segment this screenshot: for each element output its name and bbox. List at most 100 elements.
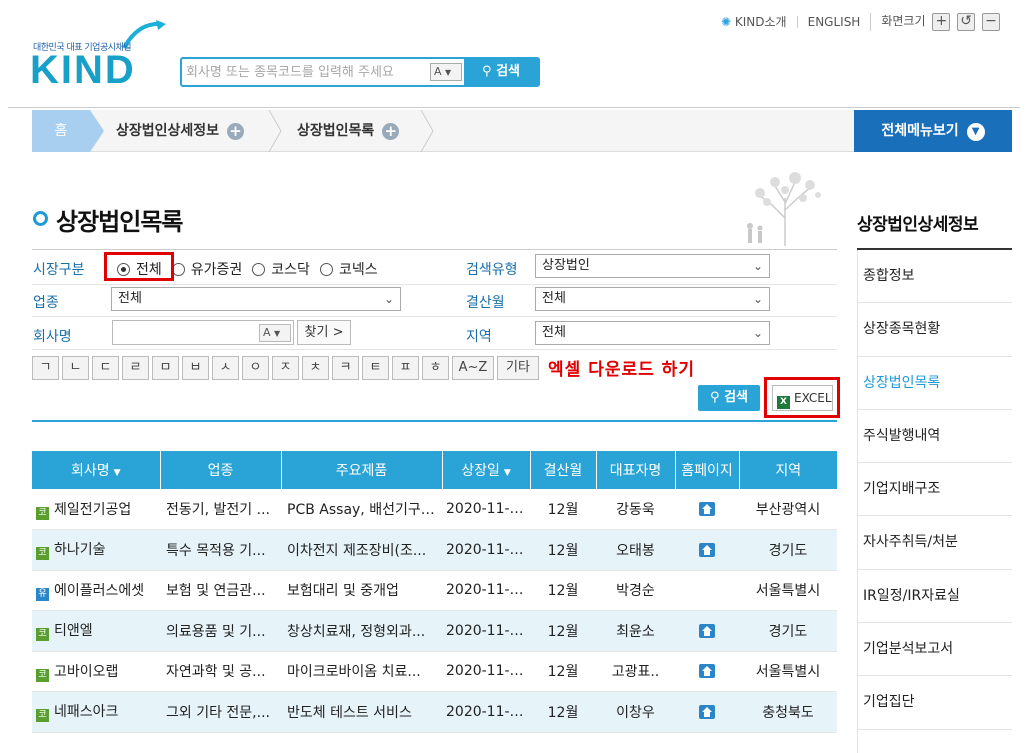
sidebar-item-treasury-stock[interactable]: 자사주취득/처분 (857, 516, 1012, 570)
cell-industry: 전동기, 발전기 ... (160, 489, 281, 530)
consonant-button-etc[interactable]: 기타 (497, 356, 539, 380)
find-button[interactable]: 찾기 > (297, 320, 351, 345)
consonant-button[interactable]: ㅊ (302, 356, 329, 380)
consonant-button[interactable]: ㅋ (332, 356, 359, 380)
industry-select[interactable]: 전체 ⌄ (111, 287, 401, 311)
all-menu-button[interactable]: 전체메뉴보기 ▼ (854, 110, 1012, 152)
cell-fiscal: 12월 (530, 691, 596, 733)
consonant-button[interactable]: ㄷ (92, 356, 119, 380)
sidebar-item-analysis[interactable]: 기업분석보고서 (857, 623, 1012, 677)
plus-icon[interactable]: + (227, 123, 245, 140)
cell-region: 부산광역시 (739, 489, 837, 530)
breadcrumb-home[interactable]: 홈 (32, 110, 90, 152)
sidebar-item-issuance[interactable]: 주식발행내역 (857, 410, 1012, 464)
homepage-icon[interactable] (699, 502, 715, 516)
company-name-link[interactable]: 에이플러스에셋 (54, 583, 144, 599)
plus-icon[interactable]: + (382, 123, 400, 140)
cell-company[interactable]: 코 고바이오랩 (32, 651, 160, 692)
search-font-toggle[interactable]: A ▼ (430, 63, 462, 81)
company-font-toggle[interactable]: A ▼ (259, 324, 291, 342)
sidebar-item-company-list[interactable]: 상장법인목록 (857, 357, 1012, 410)
consonant-button-az[interactable]: A~Z (452, 356, 494, 380)
cell-fiscal: 12월 (530, 570, 596, 611)
gear-icon: ✺ (721, 15, 732, 29)
breadcrumb-item-list[interactable]: 상장법인목록 + (297, 110, 400, 152)
company-name-link[interactable]: 네패스아크 (54, 704, 118, 720)
region-select[interactable]: 전체 ⌄ (535, 321, 770, 345)
sidebar-item-ir[interactable]: IR일정/IR자료실 (857, 570, 1012, 624)
market-radio-kospi[interactable]: 유가증권 (171, 259, 242, 279)
consonant-button[interactable]: ㅍ (392, 356, 419, 380)
consonant-button[interactable]: ㅅ (212, 356, 239, 380)
breadcrumb: 홈 상장법인상세정보 + 상장법인목록 + 전체메뉴보기 ▼ (32, 110, 1012, 152)
homepage-icon[interactable] (699, 664, 715, 679)
cell-date: 2020-11-20 (442, 570, 530, 611)
consonant-button[interactable]: ㄴ (62, 356, 89, 380)
table-row: 코 네패스아크 그외 기타 전문,... 반도체 테스트 서비스 2020-11-17 1… (32, 691, 837, 733)
zoom-reset-button[interactable]: ↺ (957, 13, 976, 31)
homepage-icon[interactable] (699, 542, 715, 557)
col-header-date-label: 상장일 (461, 463, 500, 479)
cell-company[interactable]: 코 제일전기공업 (32, 489, 160, 530)
cell-fiscal: 12월 (530, 651, 596, 692)
region-value: 전체 (542, 325, 566, 340)
company-name-link[interactable]: 제일전기공업 (54, 502, 131, 518)
col-header-company[interactable]: 회사명 ▼ (32, 451, 160, 489)
consonant-button[interactable]: ㄱ (32, 356, 59, 380)
consonant-button[interactable]: ㅁ (152, 356, 179, 380)
sidebar-item-governance[interactable]: 기업지배구조 (857, 463, 1012, 517)
company-name-link[interactable]: 티앤엘 (54, 623, 93, 639)
breadcrumb-item-detail[interactable]: 상장법인상세정보 + (116, 110, 245, 152)
excel-download-annotation: 엑셀 다운로드 하기 (548, 360, 695, 380)
homepage-icon[interactable] (699, 623, 715, 638)
consonant-button[interactable]: ㅈ (272, 356, 299, 380)
sidebar-menu: 종합정보 상장종목현황 상장법인목록 주식발행내역 기업지배구조 자사주취득/처… (857, 250, 1012, 730)
form-search-button[interactable]: ⚲ 검색 (698, 385, 760, 411)
homepage-icon[interactable] (699, 704, 715, 719)
sort-down-icon: ▼ (503, 468, 511, 478)
company-input[interactable]: A ▼ (112, 320, 294, 345)
zoom-in-button[interactable]: + (932, 13, 951, 31)
sidebar-item-overview[interactable]: 종합정보 (857, 250, 1012, 304)
company-name-link[interactable]: 고바이오랩 (54, 664, 118, 680)
kind-intro-link[interactable]: ✺ KIND소개 (711, 16, 797, 28)
company-label: 회사명 (33, 329, 72, 345)
sort-down-icon: ▼ (113, 468, 121, 478)
search-input[interactable] (186, 62, 430, 82)
search-button[interactable]: ⚲ 검색 (464, 59, 538, 85)
company-name-link[interactable]: 하나기술 (54, 542, 106, 558)
cell-company[interactable]: 유 에이플러스에셋 (32, 570, 160, 611)
consonant-button[interactable]: ㅎ (422, 356, 449, 380)
market-radio-konex[interactable]: 코넥스 (319, 259, 378, 279)
cell-company[interactable]: 코 티앤엘 (32, 610, 160, 652)
col-header-date[interactable]: 상장일 ▼ (441, 451, 530, 489)
chevron-down-icon: ▼ (966, 123, 985, 141)
english-link[interactable]: ENGLISH (796, 16, 871, 28)
sidebar-item-group[interactable]: 기업집단 (857, 676, 1012, 730)
cell-product: 이차전지 제조장비(조... (281, 529, 442, 571)
col-header-region: 지역 (738, 451, 837, 489)
cell-fiscal: 12월 (530, 610, 596, 652)
cell-region: 경기도 (739, 610, 837, 652)
header-divider (8, 107, 1020, 108)
breadcrumb-item-detail-label: 상장법인상세정보 (116, 123, 220, 139)
consonant-button[interactable]: ㅇ (242, 356, 269, 380)
table-row: 유 에이플러스에셋 보험 및 연금관... 보험대리 및 중개업 2020-11-20 1… (32, 570, 837, 611)
consonant-button[interactable]: ㅂ (182, 356, 209, 380)
col-header-ceo: 대표자명 (595, 451, 675, 489)
search-font-toggle-label: A (434, 65, 442, 78)
top-links: ✺ KIND소개 ENGLISH 화면크기 + ↺ − (711, 12, 1010, 32)
highlight-box-excel (764, 377, 840, 418)
search-type-select[interactable]: 상장법인 ⌄ (535, 254, 770, 278)
cell-company[interactable]: 코 하나기술 (32, 529, 160, 571)
market-radio-kosdaq[interactable]: 코스닥 (252, 259, 310, 279)
cell-date: 2020-11-26 (442, 489, 530, 530)
cell-company[interactable]: 코 네패스아크 (32, 691, 160, 733)
zoom-out-button[interactable]: − (982, 13, 1000, 31)
consonant-button[interactable]: ㅌ (362, 356, 389, 380)
fiscal-select[interactable]: 전체 ⌄ (535, 287, 770, 311)
consonant-button[interactable]: ㄹ (122, 356, 149, 380)
all-menu-label: 전체메뉴보기 (881, 123, 959, 139)
sidebar-item-listed-stocks[interactable]: 상장종목현황 (857, 303, 1012, 357)
radio-icon (252, 262, 266, 276)
